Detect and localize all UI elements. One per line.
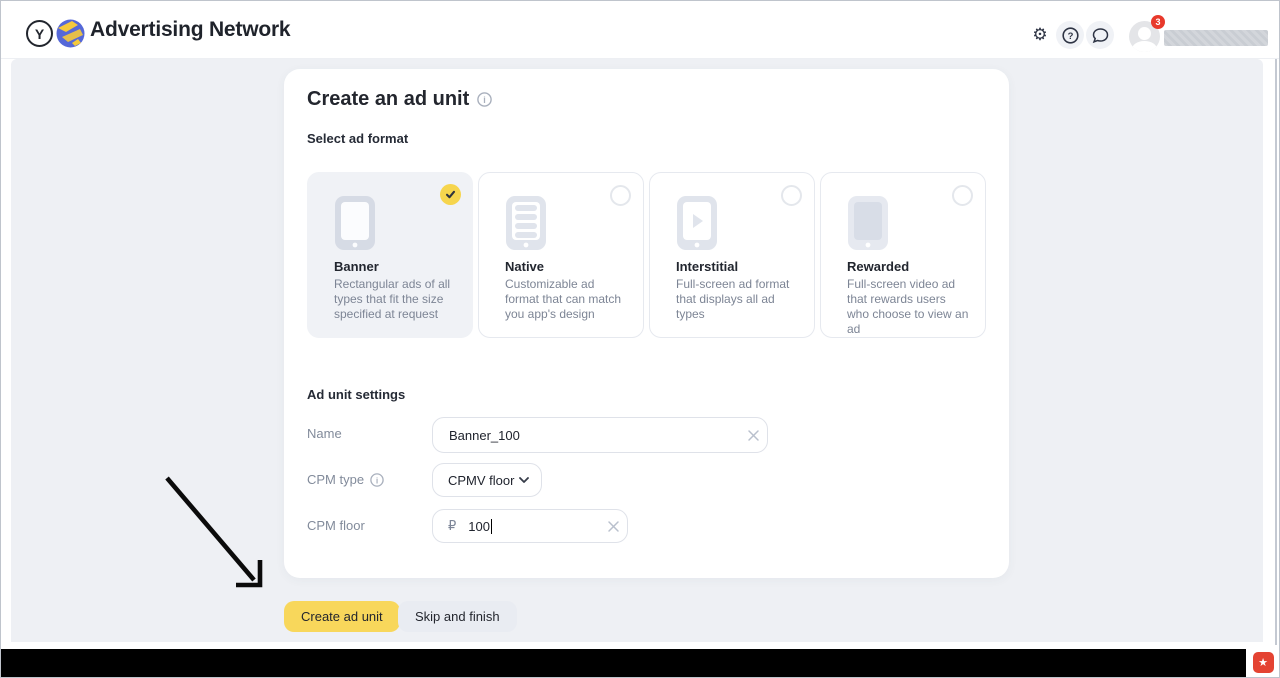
format-description: Full-screen video ad that rewards users … bbox=[847, 277, 969, 337]
ruble-currency-icon: ₽ bbox=[433, 518, 456, 534]
chevron-down-icon bbox=[519, 477, 529, 483]
radio-unselected-icon[interactable] bbox=[610, 185, 631, 206]
format-description: Full-screen ad format that displays all … bbox=[676, 277, 798, 322]
cpm-floor-label: CPM floor bbox=[307, 518, 365, 533]
advertising-network-logo-icon[interactable] bbox=[56, 19, 85, 48]
cpm-floor-value[interactable]: 100 bbox=[456, 519, 490, 534]
format-title: Rewarded bbox=[847, 259, 909, 274]
username-redacted bbox=[1164, 30, 1268, 46]
format-card-interstitial[interactable]: Interstitial Full-screen ad format that … bbox=[649, 172, 815, 338]
screenshot-tool-container: ★ bbox=[1246, 645, 1280, 678]
cpm-type-select[interactable]: CPMV floor bbox=[432, 463, 542, 497]
top-navigation-bar: Y Advertising Network ⚙ ? 3 bbox=[1, 1, 1280, 59]
radio-unselected-icon[interactable] bbox=[781, 185, 802, 206]
format-title: Native bbox=[505, 259, 544, 274]
radio-unselected-icon[interactable] bbox=[952, 185, 973, 206]
format-card-native[interactable]: Native Customizable ad format that can m… bbox=[478, 172, 644, 338]
select-format-label: Select ad format bbox=[307, 131, 408, 146]
brand-title: Advertising Network bbox=[90, 1, 290, 59]
format-description: Customizable ad format that can match yo… bbox=[505, 277, 627, 322]
bottom-black-bar bbox=[1, 649, 1280, 678]
avatar-silhouette bbox=[1138, 27, 1151, 40]
selected-check-icon bbox=[440, 184, 461, 205]
skip-and-finish-button[interactable]: Skip and finish bbox=[398, 601, 517, 632]
title-info-icon[interactable]: i bbox=[477, 92, 492, 107]
scrollbar[interactable] bbox=[1275, 3, 1277, 647]
interstitial-phone-icon bbox=[676, 195, 718, 251]
svg-text:?: ? bbox=[1067, 31, 1073, 42]
text-cursor bbox=[491, 519, 492, 534]
cpm-type-label: CPM type i bbox=[307, 472, 384, 487]
clear-name-icon[interactable] bbox=[739, 429, 767, 442]
app-window: Y Advertising Network ⚙ ? 3 Create an ad… bbox=[0, 0, 1280, 678]
ad-unit-settings-label: Ad unit settings bbox=[307, 387, 405, 402]
settings-gear-icon[interactable]: ⚙ bbox=[1026, 21, 1054, 49]
native-phone-icon bbox=[505, 195, 547, 251]
cpm-floor-field-wrapper[interactable]: ₽ 100 bbox=[432, 509, 628, 543]
format-title: Interstitial bbox=[676, 259, 738, 274]
cpm-type-info-icon[interactable]: i bbox=[370, 473, 384, 487]
clear-cpm-floor-icon[interactable] bbox=[599, 520, 627, 533]
format-card-rewarded[interactable]: Rewarded Full-screen video ad that rewar… bbox=[820, 172, 986, 338]
name-input[interactable] bbox=[433, 428, 739, 443]
page-title: Create an ad unit i bbox=[307, 88, 492, 111]
svg-text:i: i bbox=[484, 95, 487, 105]
name-label: Name bbox=[307, 426, 342, 441]
format-description: Rectangular ads of all types that fit th… bbox=[334, 277, 456, 322]
rewarded-phone-icon bbox=[847, 195, 889, 251]
create-ad-unit-panel: Create an ad unit i Select ad format Ban… bbox=[284, 69, 1009, 578]
notification-badge[interactable]: 3 bbox=[1151, 15, 1165, 29]
format-title: Banner bbox=[334, 259, 379, 274]
svg-text:i: i bbox=[376, 475, 378, 485]
name-field-wrapper bbox=[432, 417, 768, 453]
screenshot-tool-icon[interactable]: ★ bbox=[1253, 652, 1274, 673]
chat-icon[interactable] bbox=[1086, 21, 1114, 49]
create-ad-unit-button[interactable]: Create ad unit bbox=[284, 601, 400, 632]
format-card-banner[interactable]: Banner Rectangular ads of all types that… bbox=[307, 172, 473, 338]
yandex-logo-icon[interactable]: Y bbox=[26, 20, 53, 47]
banner-phone-icon bbox=[334, 195, 376, 251]
help-icon[interactable]: ? bbox=[1056, 21, 1084, 49]
